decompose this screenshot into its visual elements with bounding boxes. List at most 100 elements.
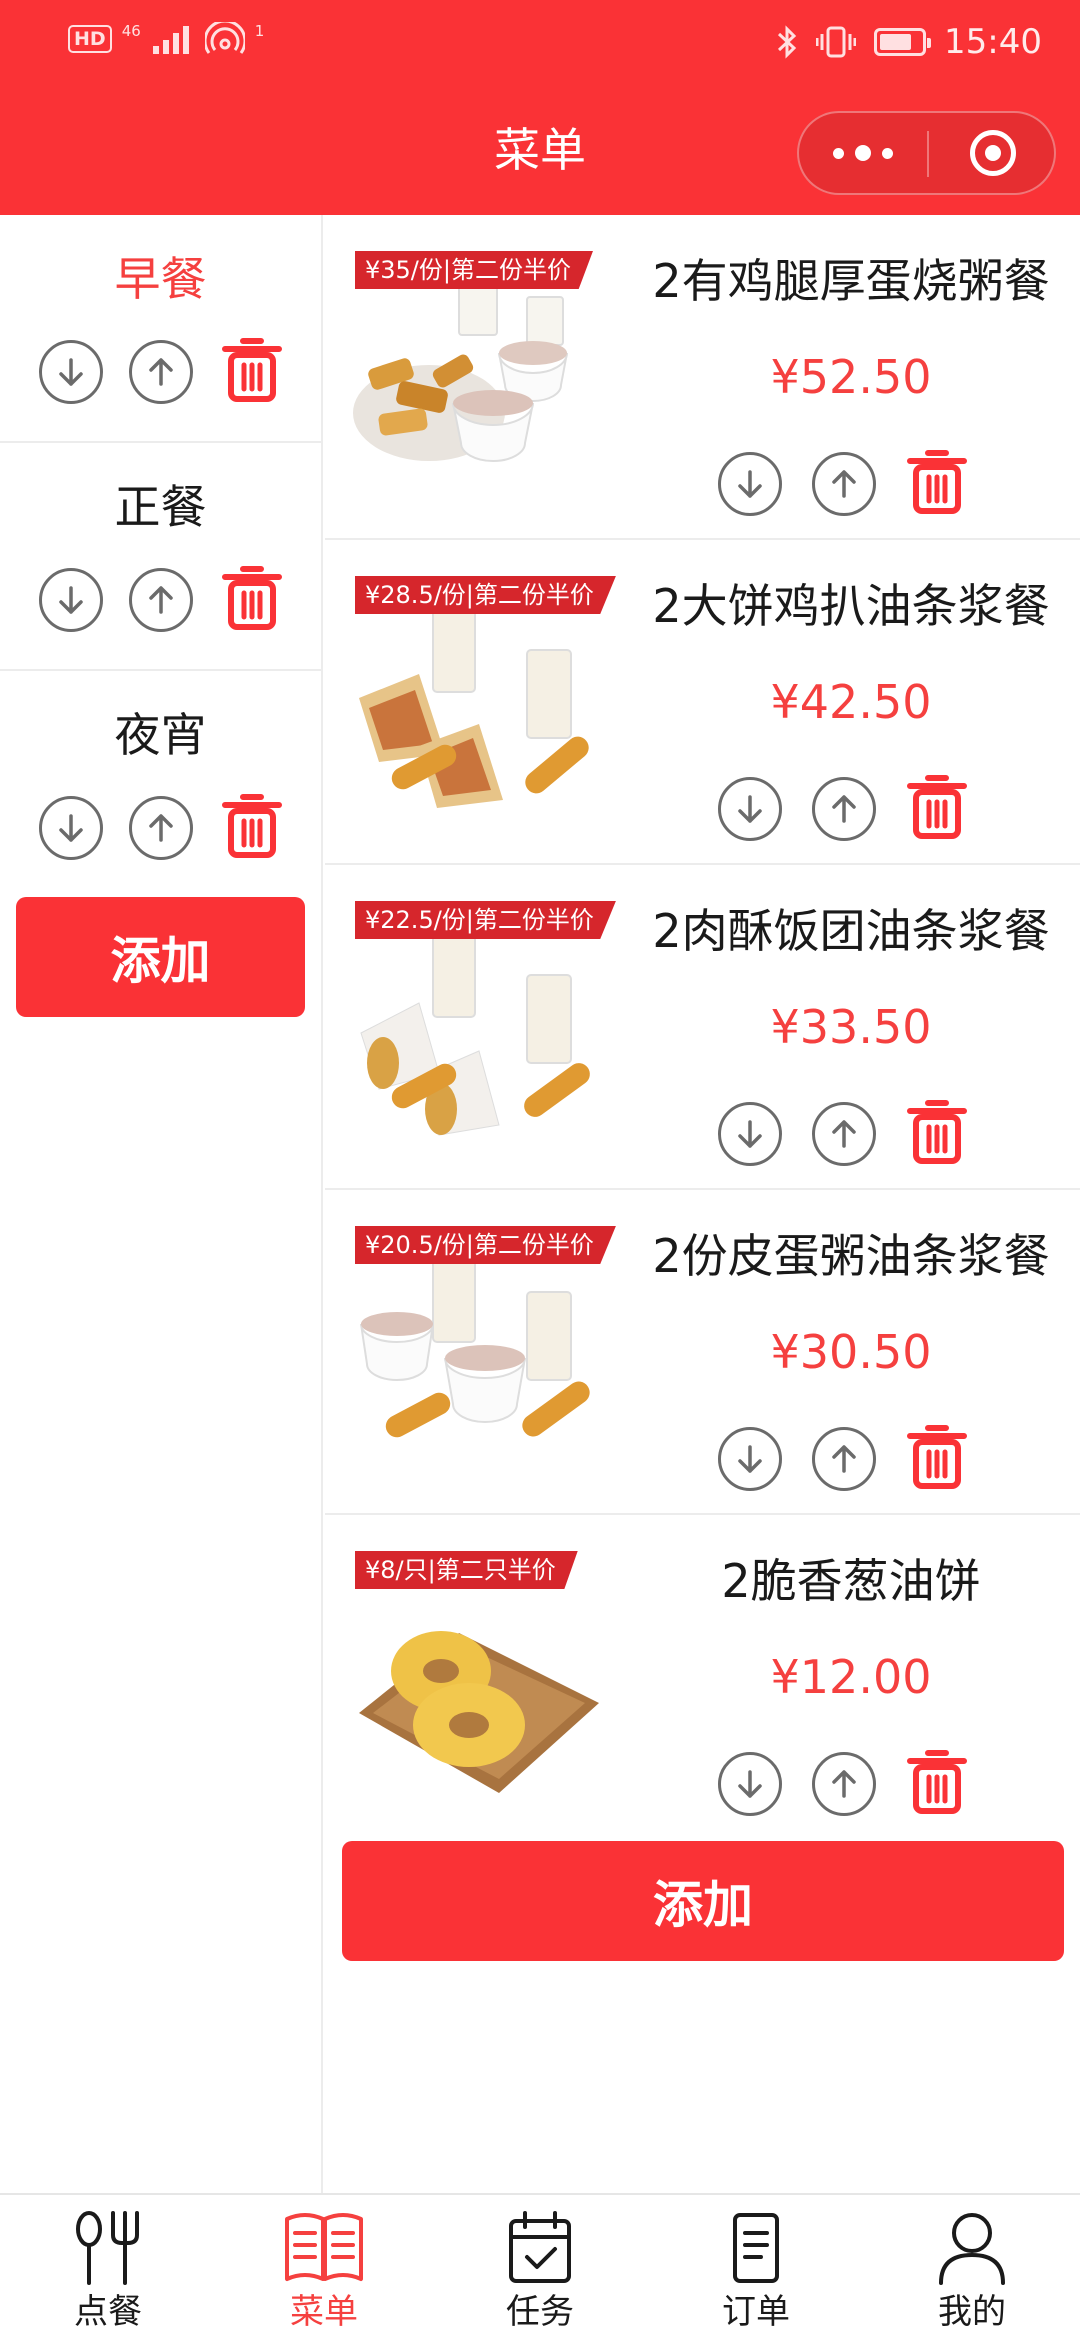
arrow-down-icon — [59, 358, 83, 386]
network-type: 46 — [121, 22, 141, 40]
delete-button[interactable] — [906, 1097, 968, 1171]
delete-button[interactable] — [221, 791, 283, 865]
category-name: 早餐 — [114, 252, 207, 306]
mini-program-capsule — [797, 111, 1056, 195]
category-name: 正餐 — [114, 480, 207, 534]
item-price: ¥42.50 — [770, 675, 932, 729]
move-down-button[interactable] — [39, 568, 103, 632]
status-bar: HD 46 1 15:40 — [0, 0, 1080, 90]
arrow-up-icon — [832, 1770, 856, 1798]
move-down-button[interactable] — [718, 452, 782, 516]
item-name: 2大饼鸡扒油条浆餐 — [652, 579, 1050, 633]
tab-order-food[interactable]: 点餐 — [0, 2195, 216, 2340]
trash-icon — [222, 338, 282, 402]
add-category-button[interactable]: 添加 — [16, 897, 305, 1017]
arrow-down-icon — [738, 1120, 762, 1148]
category-controls — [39, 791, 283, 865]
delete-button[interactable] — [906, 1747, 968, 1821]
tab-orders[interactable]: 订单 — [648, 2195, 864, 2340]
food-image — [359, 607, 589, 808]
tab-menu[interactable]: 菜单 — [216, 2195, 432, 2340]
category-controls — [39, 335, 283, 409]
document-icon — [733, 2213, 779, 2283]
item-controls — [718, 772, 968, 846]
battery-icon — [874, 28, 932, 56]
top-header: HD 46 1 15:40 菜单 — [0, 0, 1080, 215]
delete-button[interactable] — [906, 772, 968, 846]
move-down-button[interactable] — [718, 777, 782, 841]
promo-tag: ¥35/份|第二份半价 — [355, 251, 593, 289]
category-item[interactable]: 正餐 — [0, 443, 321, 671]
hd-badge: HD — [68, 25, 112, 53]
trash-icon — [907, 1425, 967, 1489]
trash-icon — [907, 1750, 967, 1814]
move-down-button[interactable] — [718, 1102, 782, 1166]
arrow-down-icon — [738, 1445, 762, 1473]
tab-profile[interactable]: 我的 — [864, 2195, 1080, 2340]
move-up-button[interactable] — [812, 1752, 876, 1816]
trash-icon — [907, 1100, 967, 1164]
menu-item[interactable]: ¥28.5/份|第二份半价 2大饼鸡扒油条浆餐 ¥42.50 — [325, 540, 1080, 865]
category-controls — [39, 563, 283, 637]
menu-item[interactable]: ¥8/只|第二只半价 2脆香葱油饼 ¥12.00 — [325, 1515, 1080, 1840]
food-image — [360, 1257, 590, 1438]
vibrate-icon — [816, 26, 857, 58]
promo-tag: ¥20.5/份|第二份半价 — [355, 1226, 616, 1264]
move-up-button[interactable] — [812, 1427, 876, 1491]
move-down-button[interactable] — [718, 1752, 782, 1816]
trash-icon — [222, 794, 282, 858]
item-price: ¥52.50 — [770, 350, 932, 404]
arrow-down-icon — [59, 586, 83, 614]
item-price: ¥12.00 — [770, 1650, 932, 1704]
delete-button[interactable] — [906, 447, 968, 521]
move-up-button[interactable] — [812, 1102, 876, 1166]
food-image — [359, 1631, 599, 1793]
trash-icon — [907, 450, 967, 514]
food-image — [353, 282, 568, 462]
item-name: 2脆香葱油饼 — [721, 1554, 981, 1608]
hotspot-icon — [204, 22, 245, 54]
item-controls — [718, 1747, 968, 1821]
arrow-up-icon — [832, 470, 856, 498]
delete-button[interactable] — [221, 335, 283, 409]
bottom-tab-bar: 点餐 菜单 任务 订单 我的 — [0, 2193, 1080, 2340]
add-item-button[interactable]: 添加 — [342, 1841, 1064, 1961]
move-down-button[interactable] — [718, 1427, 782, 1491]
item-name: 2有鸡腿厚蛋烧粥餐 — [652, 254, 1050, 308]
tab-tasks[interactable]: 任务 — [432, 2195, 648, 2340]
arrow-up-icon — [832, 1445, 856, 1473]
menu-item[interactable]: ¥22.5/份|第二份半价 2肉酥饭团油条浆餐 ¥33.50 — [325, 865, 1080, 1190]
tab-label: 任务 — [506, 2292, 574, 2332]
more-icon — [833, 147, 844, 159]
move-up-button[interactable] — [812, 452, 876, 516]
arrow-up-icon — [149, 814, 173, 842]
delete-button[interactable] — [221, 563, 283, 637]
move-up-button[interactable] — [812, 777, 876, 841]
arrow-down-icon — [738, 470, 762, 498]
category-sidebar: 早餐 正餐 夜宵 添加 — [0, 215, 323, 2193]
menu-item[interactable]: ¥35/份|第二份半价 2有鸡腿厚蛋烧粥餐 ¥52.50 — [325, 215, 1080, 540]
move-down-button[interactable] — [39, 340, 103, 404]
target-icon — [969, 130, 1016, 176]
signal-superscript: 1 — [254, 22, 265, 40]
delete-button[interactable] — [906, 1422, 968, 1496]
arrow-up-icon — [149, 586, 173, 614]
item-controls — [718, 1097, 968, 1171]
tab-label: 点餐 — [74, 2292, 142, 2332]
trash-icon — [907, 775, 967, 839]
menu-item-list: ¥35/份|第二份半价 2有鸡腿厚蛋烧粥餐 ¥52.50 ¥28.5/份|第二份… — [325, 215, 1080, 1961]
item-name: 2肉酥饭团油条浆餐 — [652, 904, 1050, 958]
move-up-button[interactable] — [129, 340, 193, 404]
move-up-button[interactable] — [129, 796, 193, 860]
close-miniprogram-button[interactable] — [929, 113, 1056, 193]
category-item[interactable]: 夜宵 — [0, 671, 321, 899]
move-up-button[interactable] — [129, 568, 193, 632]
move-down-button[interactable] — [39, 796, 103, 860]
menu-item[interactable]: ¥20.5/份|第二份半价 2份皮蛋粥油条浆餐 ¥30.50 — [325, 1190, 1080, 1515]
item-controls — [718, 447, 968, 521]
arrow-up-icon — [832, 1120, 856, 1148]
book-icon — [285, 2213, 363, 2281]
tab-label: 我的 — [938, 2292, 1006, 2332]
more-button[interactable] — [799, 113, 927, 193]
category-item[interactable]: 早餐 — [0, 215, 321, 443]
